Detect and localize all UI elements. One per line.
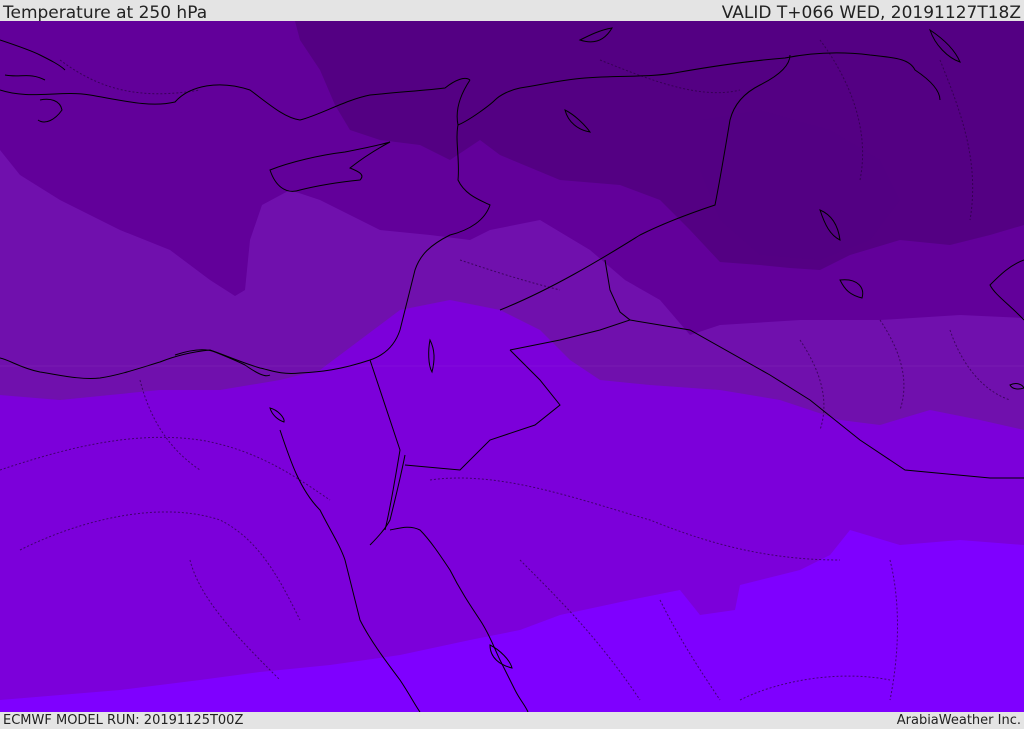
map-title: Temperature at 250 hPa	[3, 3, 208, 23]
footer-bar: ECMWF MODEL RUN: 20191125T00Z ArabiaWeat…	[0, 712, 1024, 729]
temperature-map	[0, 21, 1024, 712]
header-bar: Temperature at 250 hPa VALID T+066 WED, …	[0, 0, 1024, 23]
credit-label: ArabiaWeather Inc.	[896, 713, 1021, 728]
model-run-label: ECMWF MODEL RUN: 20191125T00Z	[3, 713, 244, 728]
valid-time: VALID T+066 WED, 20191127T18Z	[721, 3, 1021, 23]
map-area[interactable]	[0, 21, 1024, 712]
